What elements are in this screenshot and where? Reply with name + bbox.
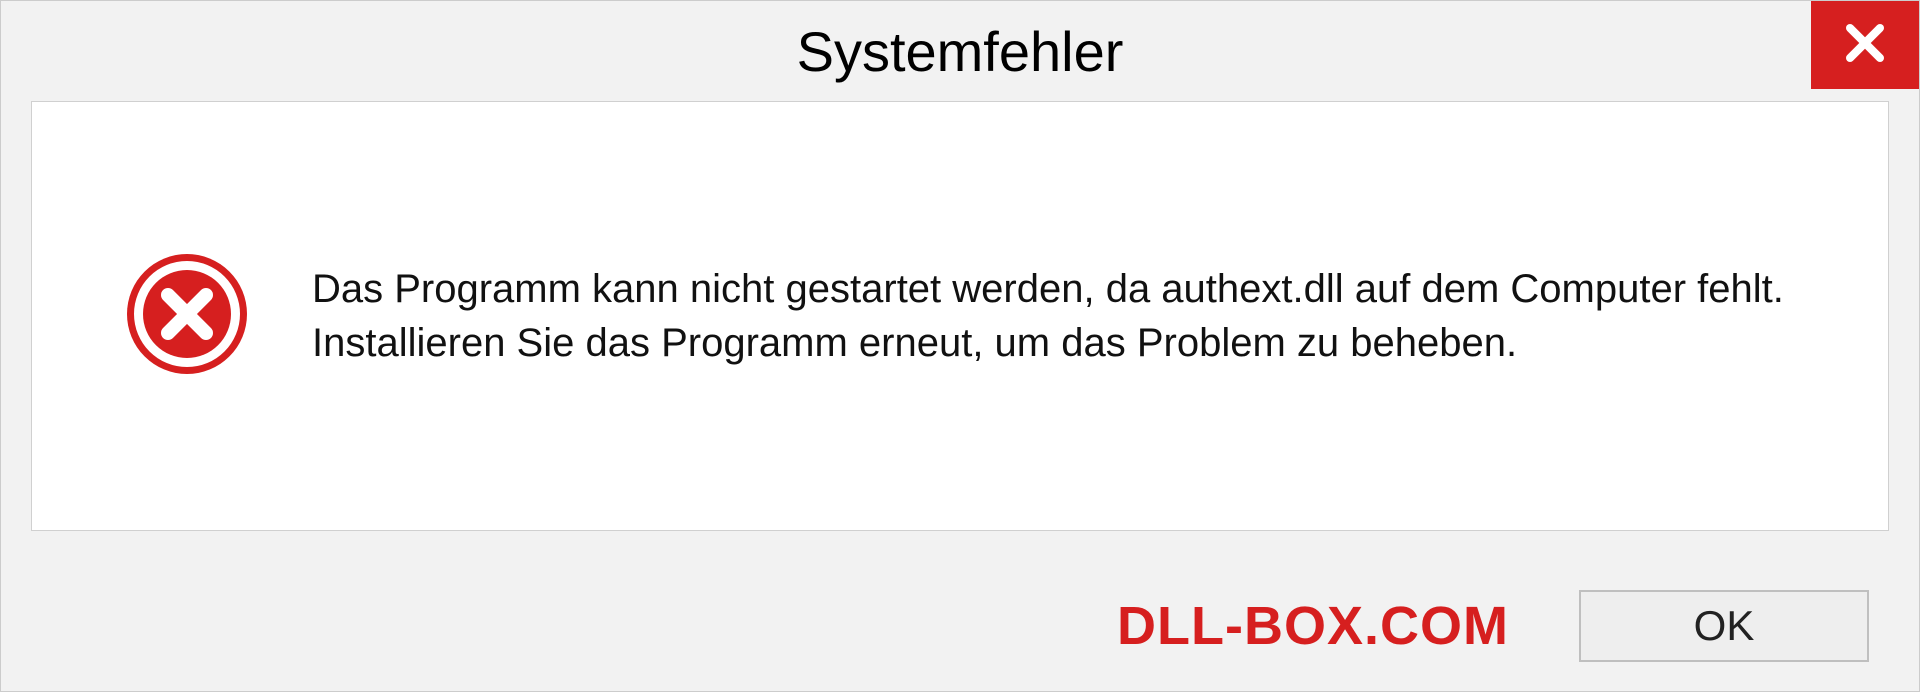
close-button[interactable] xyxy=(1811,1,1919,89)
error-message: Das Programm kann nicht gestartet werden… xyxy=(312,262,1798,370)
ok-button-label: OK xyxy=(1694,602,1755,650)
close-icon xyxy=(1840,18,1890,73)
error-icon xyxy=(122,249,252,384)
dialog-footer: DLL-BOX.COM OK xyxy=(1,561,1919,691)
ok-button[interactable]: OK xyxy=(1579,590,1869,662)
dialog-content: Das Programm kann nicht gestartet werden… xyxy=(31,101,1889,531)
dialog-header: Systemfehler xyxy=(1,1,1919,101)
dialog-title: Systemfehler xyxy=(797,19,1124,84)
watermark-text: DLL-BOX.COM xyxy=(1117,595,1509,657)
